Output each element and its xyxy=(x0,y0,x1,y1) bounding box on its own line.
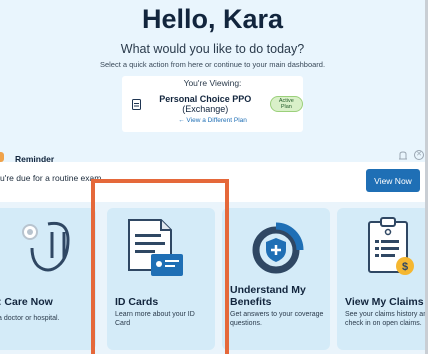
prompt-question: What would you like to do today? xyxy=(120,42,305,56)
tile-title: View My Claims xyxy=(345,296,424,308)
stethoscope-icon xyxy=(22,221,70,272)
app-frame: Hello, Kara What would you like to do to… xyxy=(0,0,428,354)
plan-name: Personal Choice PPO (Exchange) xyxy=(146,94,265,114)
tile-desc: Get answers to your coverage questions. xyxy=(230,311,324,327)
shield-benefits-icon xyxy=(252,222,304,274)
dismiss-close-icon[interactable]: ✕ xyxy=(414,150,424,160)
tile-title: : Care Now xyxy=(0,296,53,308)
tile-view-claims[interactable]: $ View My Claims See your claims history… xyxy=(337,208,428,350)
document-icon xyxy=(132,98,141,110)
tile-find-care[interactable]: : Care Now a doctor or hospital. xyxy=(0,208,96,350)
view-different-plan-link[interactable]: ← View a Different Plan xyxy=(122,117,303,124)
reminder-text: u're due for a routine exam. xyxy=(0,173,104,183)
svg-text:$: $ xyxy=(402,261,408,273)
tile-title: Understand My Benefits xyxy=(230,284,306,308)
tile-desc: See your claims history and check in on … xyxy=(345,311,428,327)
tile-desc: a doctor or hospital. xyxy=(0,315,60,322)
reminder-title: Reminder xyxy=(15,154,55,164)
clipboard-claims-icon: $ xyxy=(368,217,414,275)
welcome-hero: Hello, Kara What would you like to do to… xyxy=(0,0,425,162)
current-plan-card: You're Viewing: Personal Choice PPO (Exc… xyxy=(122,76,303,132)
id-card-icon xyxy=(128,219,183,276)
reminder-bell-icon xyxy=(0,152,4,162)
tile-title: ID Cards xyxy=(115,296,159,308)
greeting-heading: Hello, Kara xyxy=(141,4,284,34)
prompt-subtitle: Select a quick action from here or conti… xyxy=(99,60,326,69)
viewing-label: You're Viewing: xyxy=(183,78,242,88)
snooze-icon[interactable] xyxy=(398,151,408,161)
plan-row: Personal Choice PPO (Exchange) Active Pl… xyxy=(132,94,303,114)
plan-name-bold: Personal Choice PPO xyxy=(159,94,252,104)
active-plan-badge: Active Plan xyxy=(269,96,303,112)
view-now-button[interactable]: View Now xyxy=(366,169,420,192)
tile-understand-benefits[interactable]: Understand My Benefits Get answers to yo… xyxy=(222,208,330,350)
tile-desc: Learn more about your ID Card xyxy=(115,311,195,327)
plan-name-suffix: (Exchange) xyxy=(182,104,229,114)
tile-id-cards[interactable]: ID Cards Learn more about your ID Card xyxy=(107,208,215,350)
